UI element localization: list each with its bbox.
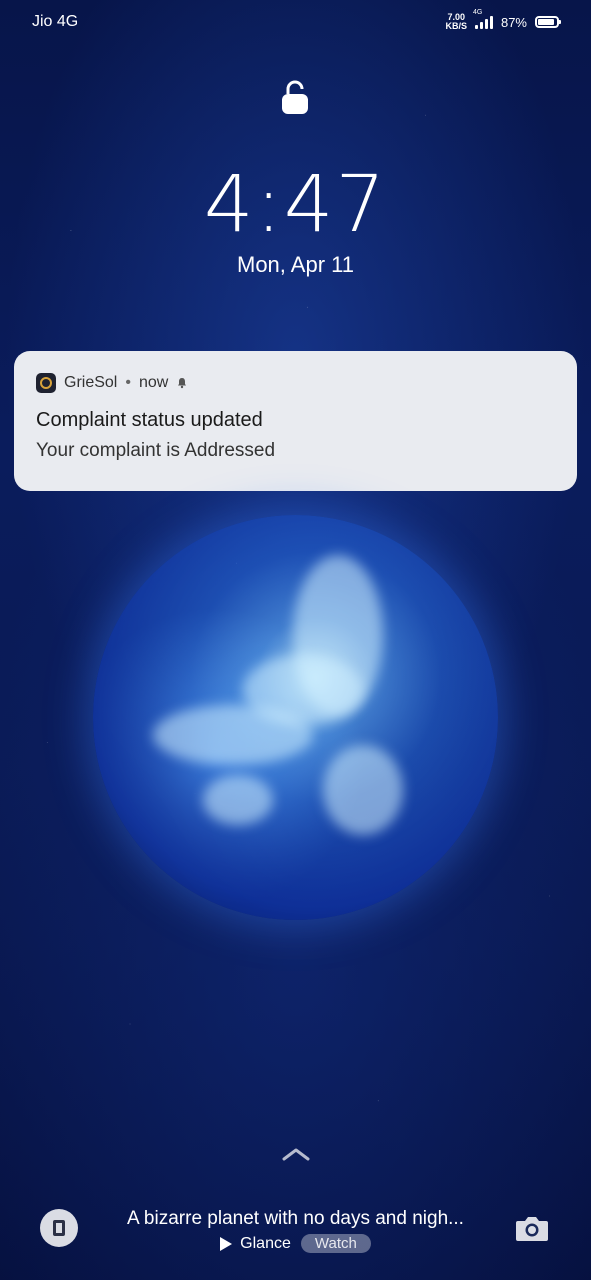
battery-percent: 87% bbox=[500, 14, 527, 30]
bell-icon bbox=[178, 378, 187, 389]
status-indicators: 7.00 KB/S 4G 87% bbox=[445, 9, 561, 31]
notification-app-name: GrieSol bbox=[64, 374, 118, 391]
net-speed-unit: KB/S bbox=[445, 21, 467, 31]
notification-header: GrieSol • now bbox=[36, 373, 555, 393]
network-type-label: 4G bbox=[472, 9, 483, 16]
status-bar: Jio 4G 7.00 KB/S 4G 87% bbox=[0, 0, 591, 44]
camera-icon[interactable] bbox=[514, 1213, 550, 1243]
carrier-label: Jio 4G bbox=[32, 13, 79, 30]
glance-row: Glance Watch bbox=[0, 1234, 591, 1253]
notification-body: Your complaint is Addressed bbox=[36, 440, 276, 461]
glance-bar: A bizarre planet with no days and nigh..… bbox=[0, 1200, 591, 1260]
notification-separator: • bbox=[125, 374, 131, 391]
battery-icon bbox=[535, 16, 561, 28]
notification-time: now bbox=[138, 374, 169, 391]
notification-title: Complaint status updated bbox=[36, 409, 263, 431]
griesol-app-icon bbox=[36, 373, 56, 393]
watch-button[interactable]: Watch bbox=[300, 1234, 371, 1253]
play-icon bbox=[220, 1236, 233, 1251]
notification-card[interactable]: GrieSol • now Complaint status updated Y… bbox=[14, 351, 577, 491]
clock-date: Mon, Apr 11 bbox=[237, 252, 354, 277]
signal-icon: 4G bbox=[473, 9, 493, 29]
network-speed: 7.00 KB/S bbox=[445, 13, 467, 31]
clock-time: 4:47 bbox=[203, 160, 388, 250]
glance-caption[interactable]: A bizarre planet with no days and nigh..… bbox=[100, 1208, 491, 1230]
battery-fill bbox=[538, 19, 554, 25]
planet-wallpaper-image bbox=[93, 515, 498, 920]
glance-brand: Glance bbox=[240, 1234, 291, 1252]
lock-icon[interactable] bbox=[280, 78, 310, 116]
chevron-up-icon[interactable] bbox=[281, 1146, 311, 1162]
